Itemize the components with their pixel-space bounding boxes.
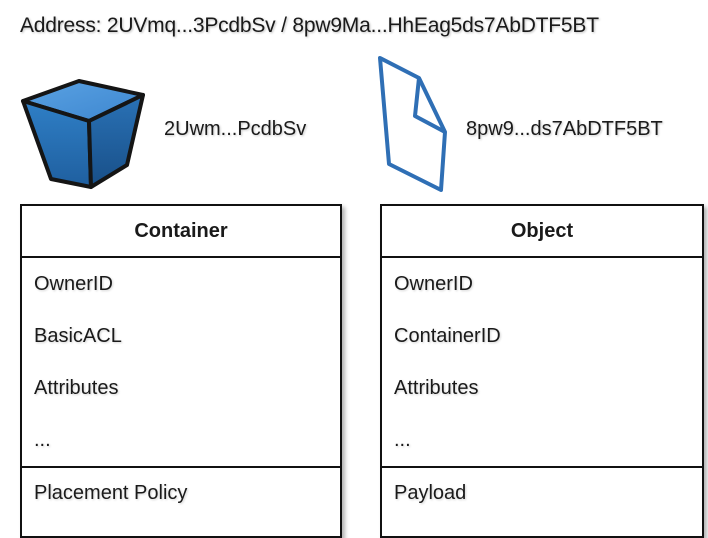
object-field-ellipsis: ... bbox=[394, 428, 411, 451]
cube-icon bbox=[16, 74, 152, 190]
document-icon bbox=[375, 54, 451, 194]
object-title: Object bbox=[382, 206, 702, 258]
object-id-label: 8pw9...ds7AbDTF5BT bbox=[466, 118, 663, 140]
object-field-attributes: Attributes bbox=[394, 376, 479, 399]
container-field-placement-policy: Placement Policy bbox=[22, 466, 340, 518]
address-line: Address: 2UVmq...3PcdbSv / 8pw9Ma...HhEa… bbox=[20, 14, 599, 37]
container-field-ellipsis: ... bbox=[34, 428, 51, 451]
object-field-container-id: ContainerID bbox=[394, 324, 501, 347]
container-id-label: 2Uwm...PcdbSv bbox=[164, 118, 307, 140]
object-field-owner-id: OwnerID bbox=[394, 272, 473, 295]
container-box: Container OwnerID BasicACL Attributes ..… bbox=[20, 204, 342, 538]
container-field-owner-id: OwnerID bbox=[34, 272, 113, 295]
container-title: Container bbox=[22, 206, 340, 258]
object-box: Object OwnerID ContainerID Attributes ..… bbox=[380, 204, 704, 538]
object-field-payload: Payload bbox=[382, 466, 702, 518]
container-field-attributes: Attributes bbox=[34, 376, 119, 399]
container-field-basic-acl: BasicACL bbox=[34, 324, 122, 347]
